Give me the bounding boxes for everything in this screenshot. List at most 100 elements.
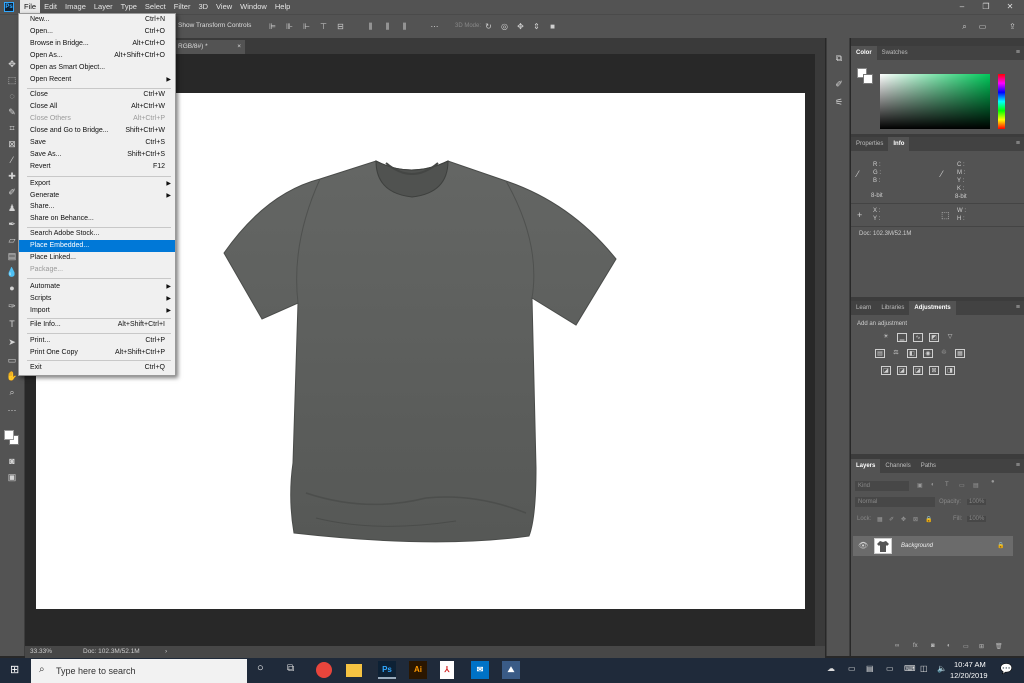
quick-selection-tool-icon[interactable]: ✎	[6, 106, 18, 118]
rectangle-tool-icon[interactable]: ▭	[6, 354, 18, 366]
color-lookup-icon[interactable]: ▦	[955, 349, 965, 358]
3d-drag-icon[interactable]: ✥	[516, 22, 525, 31]
menu-edit[interactable]: Edit	[40, 0, 61, 14]
marquee-tool-icon[interactable]: ⬚	[6, 74, 18, 86]
color-balance-icon[interactable]: ⚖	[891, 349, 901, 358]
taskbar-search-input[interactable]: ⌕ Type here to search	[31, 659, 247, 683]
menu-item-save[interactable]: Save Ctrl+S	[19, 137, 175, 149]
posterize-icon[interactable]: ◪	[897, 366, 907, 375]
restore-icon[interactable]: ❐	[974, 0, 998, 14]
distribute-bottom-icon[interactable]: ⫼	[400, 22, 409, 31]
menu-item-open-recent[interactable]: Open Recent ▶	[19, 74, 175, 86]
search-icon[interactable]: ⌕	[960, 22, 969, 31]
selective-color-icon[interactable]: ◨	[945, 366, 955, 375]
document-tab[interactable]: RGB/8#) * ×	[175, 40, 245, 54]
crop-tool-icon[interactable]: ⌗	[6, 122, 18, 134]
outlook-icon[interactable]: ✉	[471, 661, 489, 679]
menu-item-close-go-to-bridge[interactable]: Close and Go to Bridge... Shift+Ctrl+W	[19, 125, 175, 137]
acrobat-icon[interactable]: ⅄	[440, 661, 454, 679]
menu-item-exit[interactable]: Exit Ctrl+Q	[19, 362, 175, 374]
layer-filter-kind[interactable]: Kind	[855, 481, 909, 491]
photos-icon[interactable]: ⛰	[502, 661, 520, 679]
clock-time[interactable]: 10:47 AM	[954, 660, 986, 669]
menu-image[interactable]: Image	[61, 0, 90, 14]
fill-input[interactable]: 100%	[967, 516, 987, 522]
menu-item-open-as[interactable]: Open As... Alt+Shift+Ctrl+O	[19, 50, 175, 62]
menu-item-new[interactable]: New... Ctrl+N	[19, 14, 175, 26]
keyboard-icon[interactable]: ⌨	[904, 664, 916, 673]
layer-style-icon[interactable]: fx	[913, 643, 918, 649]
menu-item-place-embedded[interactable]: Place Embedded...	[19, 240, 175, 252]
3d-roll-icon[interactable]: ◎	[500, 22, 509, 31]
menu-item-browse-in-bridge[interactable]: Browse in Bridge... Alt+Ctrl+O	[19, 38, 175, 50]
edit-toolbar-icon[interactable]: ⋯	[6, 404, 18, 416]
filter-adjustment-icon[interactable]: ◐	[931, 482, 935, 488]
invert-icon[interactable]: ◪	[881, 366, 891, 375]
zoom-level[interactable]: 33.33%	[30, 648, 52, 655]
tray-app-icon[interactable]: ▤	[866, 664, 874, 673]
panel-menu-icon[interactable]: ≡	[1016, 140, 1020, 147]
threshold-icon[interactable]: ◪	[913, 366, 923, 375]
onedrive-icon[interactable]: ☁	[827, 664, 835, 673]
healing-brush-tool-icon[interactable]: ✚	[6, 170, 18, 182]
black-white-icon[interactable]: ◧	[907, 349, 917, 358]
channel-mixer-icon[interactable]: ♲	[939, 349, 949, 358]
delete-layer-icon[interactable]: 🗑	[995, 643, 1003, 650]
share-icon[interactable]: ⇪	[1008, 22, 1017, 31]
panel-menu-icon[interactable]: ≡	[1016, 49, 1020, 56]
move-tool-icon[interactable]: ✥	[6, 58, 18, 70]
lock-image-icon[interactable]: ✐	[889, 516, 894, 523]
vibrance-icon[interactable]: ▽	[945, 333, 955, 342]
menu-item-share-on-behance[interactable]: Share on Behance...	[19, 213, 175, 225]
new-adjustment-layer-icon[interactable]: ◐	[947, 643, 951, 649]
menu-item-scripts[interactable]: Scripts ▶	[19, 293, 175, 305]
clone-stamp-tool-icon[interactable]: ♟	[6, 202, 18, 214]
action-center-icon[interactable]: 💬	[1000, 664, 1012, 675]
menu-layer[interactable]: Layer	[90, 0, 117, 14]
panel-menu-icon[interactable]: ≡	[1016, 462, 1020, 469]
show-transform-controls-label[interactable]: Show Transform Controls	[178, 22, 251, 29]
menu-item-print-one-copy[interactable]: Print One Copy Alt+Shift+Ctrl+P	[19, 347, 175, 359]
menu-item-import[interactable]: Import ▶	[19, 305, 175, 317]
hand-tool-icon[interactable]: ✋	[6, 370, 18, 382]
lock-artboard-icon[interactable]: ⊠	[913, 516, 918, 523]
lock-transparent-icon[interactable]: ▦	[877, 516, 883, 523]
menu-3d[interactable]: 3D	[194, 0, 212, 14]
filter-shape-icon[interactable]: ▭	[959, 482, 965, 489]
menu-file[interactable]: File	[20, 0, 41, 14]
align-top-icon[interactable]: ⊤	[319, 22, 328, 31]
opacity-input[interactable]: 100%	[967, 499, 987, 505]
menu-view[interactable]: View	[212, 0, 236, 14]
menu-item-open[interactable]: Open... Ctrl+O	[19, 26, 175, 38]
align-right-icon[interactable]: ⊩	[302, 22, 311, 31]
link-layers-icon[interactable]: ∞	[895, 643, 899, 649]
layer-name[interactable]: Background	[901, 543, 933, 549]
color-picker-field[interactable]	[880, 74, 990, 129]
3d-rotate-icon[interactable]: ↻	[484, 22, 493, 31]
layer-row[interactable]: 👁 Background 🔒	[853, 536, 1013, 556]
photoshop-taskbar-icon[interactable]: Ps	[378, 661, 396, 679]
filter-pixel-icon[interactable]: ▣	[917, 482, 923, 489]
volume-icon[interactable]: 🔈	[937, 664, 947, 673]
tab-paths[interactable]: Paths	[916, 459, 941, 473]
menu-item-export[interactable]: Export ▶	[19, 178, 175, 190]
photo-filter-icon[interactable]: ◉	[923, 349, 933, 358]
panel-menu-icon[interactable]: ≡	[1016, 304, 1020, 311]
align-center-icon[interactable]: ⊪	[285, 22, 294, 31]
photoshop-logo-icon[interactable]: Ps	[4, 2, 14, 12]
tray-app-icon[interactable]: ▭	[848, 664, 856, 673]
filter-smart-object-icon[interactable]: ▤	[973, 482, 979, 489]
hue-slider[interactable]	[998, 74, 1005, 129]
exposure-icon[interactable]: ◩	[929, 333, 939, 342]
blend-mode-select[interactable]: Normal	[855, 497, 935, 507]
task-view-icon[interactable]: ⧉	[287, 663, 294, 674]
menu-item-close-all[interactable]: Close All Alt+Ctrl+W	[19, 101, 175, 113]
history-panel-icon[interactable]: ⧉	[833, 52, 845, 64]
visibility-eye-icon[interactable]: 👁	[858, 541, 868, 550]
close-tab-icon[interactable]: ×	[237, 40, 241, 54]
tab-layers[interactable]: Layers	[851, 459, 881, 473]
brightness-icon[interactable]: ☀	[881, 333, 891, 342]
3d-slide-icon[interactable]: ⇕	[532, 22, 541, 31]
tab-channels[interactable]: Channels	[880, 459, 915, 473]
menu-item-print[interactable]: Print... Ctrl+P	[19, 335, 175, 347]
